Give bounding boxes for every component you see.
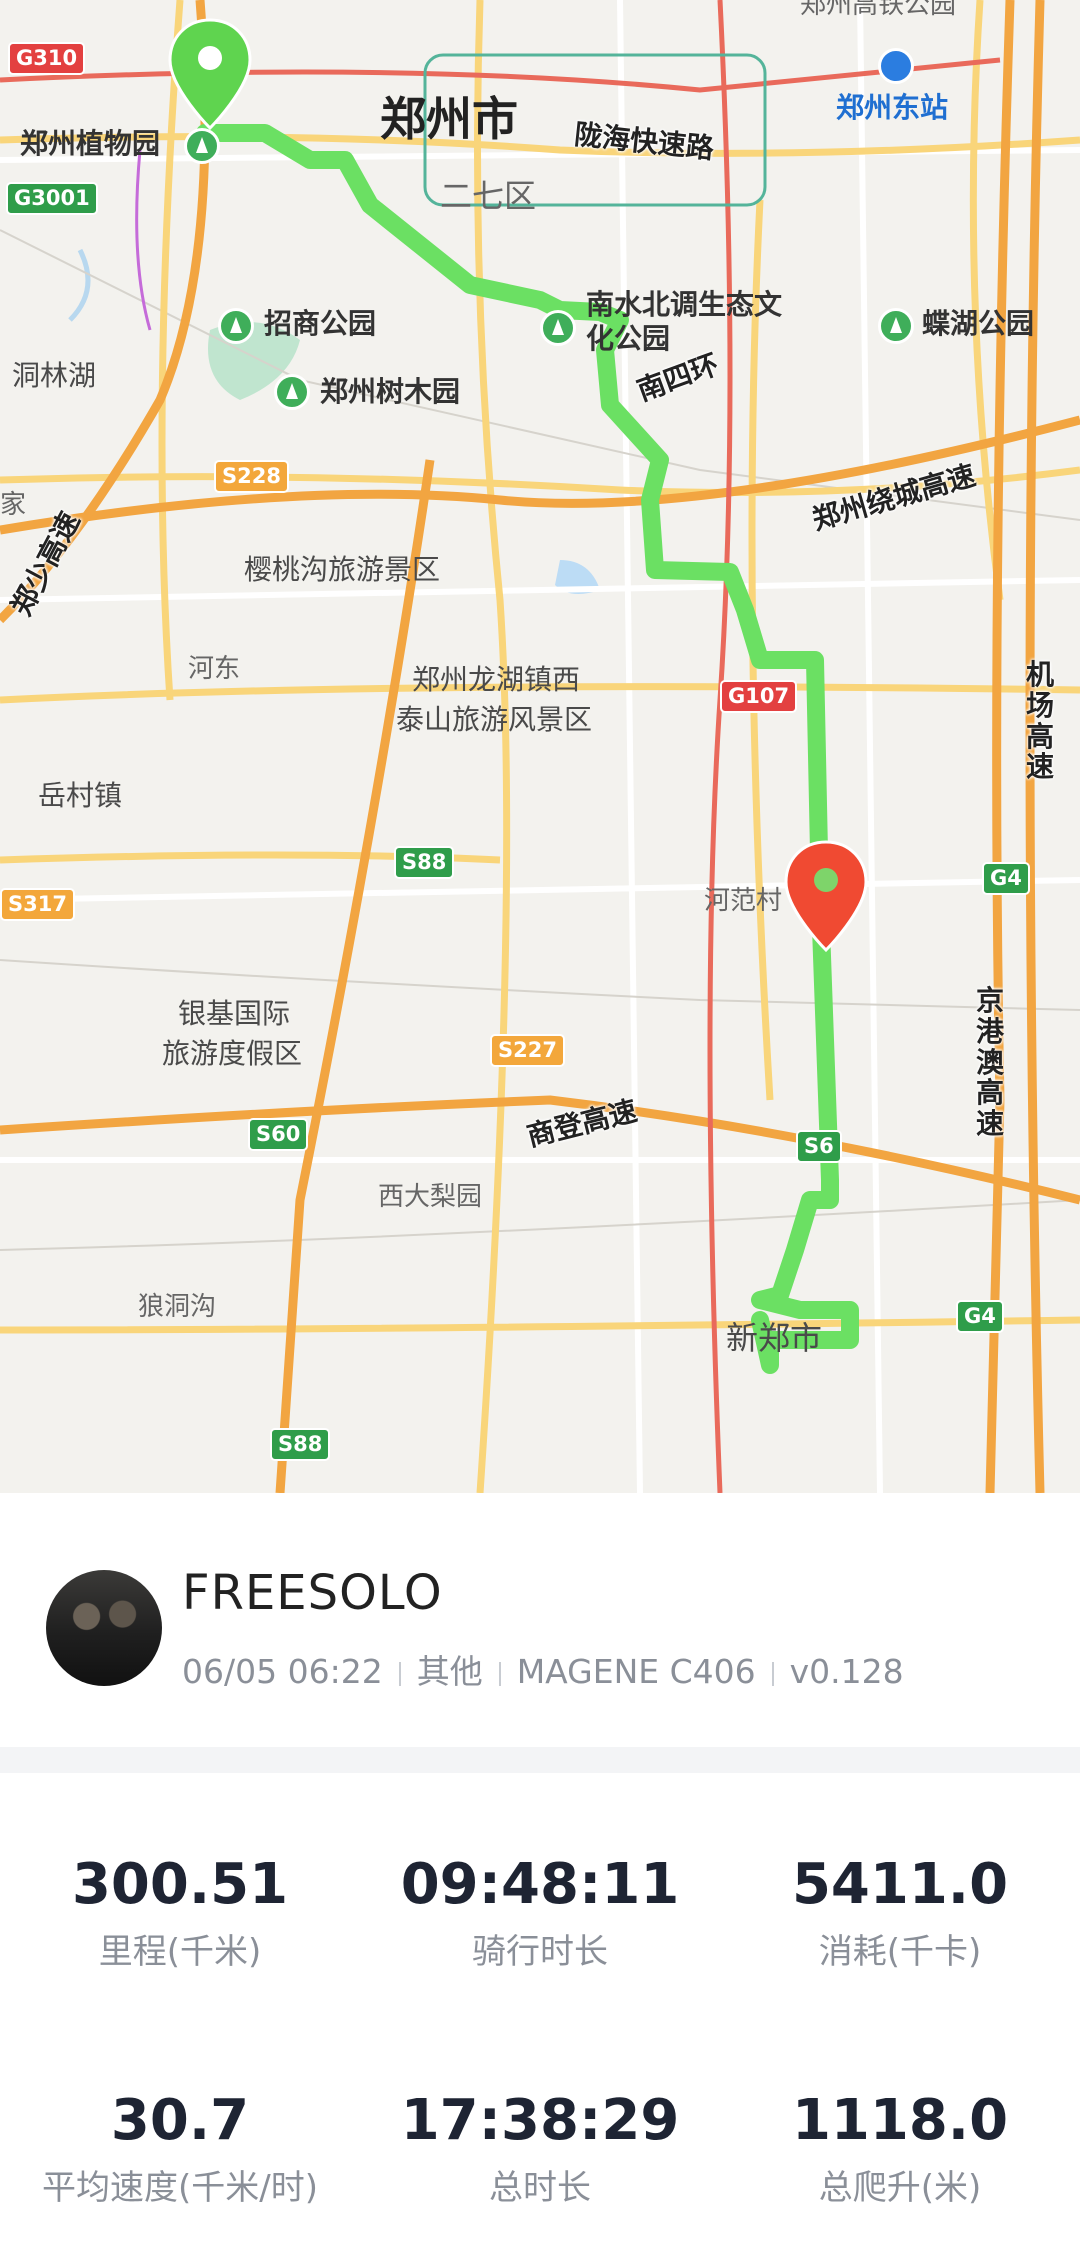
stat-label: 总爬升(米) [818, 2168, 982, 2208]
username: FREESOLO [182, 1565, 443, 1621]
park-icon [274, 374, 310, 410]
activity-meta: 06/05 06:22 其他 MAGENE C406 v0.128 [182, 1645, 904, 1693]
stats-grid: 300.51 里程(千米) 09:48:11 骑行时长 5411.0 消耗(千卡… [0, 1773, 1080, 2242]
road-shield: G4 [982, 862, 1030, 896]
road-shield: G107 [720, 680, 798, 714]
stat-total-time: 17:38:29 总时长 [360, 2088, 720, 2208]
road-shield: S60 [248, 1118, 309, 1152]
road-shield: S228 [214, 460, 289, 494]
device-name: MAGENE C406 [516, 1652, 756, 1691]
place-label: 樱桃沟旅游景区 [244, 553, 441, 586]
stat-value: 300.51 [71, 1852, 289, 1917]
avatar[interactable] [46, 1570, 162, 1686]
place-label: 郑州植物园 [20, 127, 161, 160]
road-label: 机场高速 [1026, 658, 1055, 784]
station-label: 郑州东站 [836, 91, 949, 124]
road-shield: S88 [394, 846, 455, 880]
stat-avg-speed: 30.7 平均速度(千米/时) [0, 2088, 360, 2208]
road-shield: S317 [0, 888, 75, 922]
section-divider [0, 1747, 1080, 1773]
district-label: 二七区 [440, 177, 537, 215]
stat-value: 1118.0 [791, 2088, 1009, 2153]
road-shield: G3001 [6, 182, 98, 216]
park-icon [218, 308, 254, 344]
profile-card: FREESOLO 06/05 06:22 其他 MAGENE C406 v0.128 [0, 1493, 1080, 1747]
stat-value: 17:38:29 [400, 2088, 680, 2153]
stat-label: 消耗(千卡) [818, 1932, 982, 1972]
separator [398, 1661, 401, 1686]
place-label: 郑州树木园 [320, 375, 461, 408]
place-label: 郑州龙湖镇西 [412, 663, 581, 696]
park-icon [878, 308, 914, 344]
park-icon [184, 128, 220, 164]
stat-elevation: 1118.0 总爬升(米) [720, 2088, 1080, 2208]
place-label: 洞林湖 [12, 359, 97, 392]
place-label: 新郑市 [726, 1319, 823, 1357]
start-pin-icon[interactable] [164, 16, 256, 132]
activity-type: 其他 [416, 1652, 483, 1691]
road-shield: S6 [796, 1130, 842, 1164]
separator [771, 1661, 774, 1686]
station-icon [878, 48, 914, 84]
city-label: 郑州市 [380, 92, 518, 146]
place-label: 西大梨园 [378, 1182, 483, 1212]
stat-label: 总时长 [489, 2168, 591, 2208]
place-label: 蝶湖公园 [922, 307, 1035, 340]
stat-value: 5411.0 [791, 1852, 1009, 1917]
stat-label: 平均速度(千米/时) [42, 2168, 318, 2208]
route-map[interactable]: 郑州市 二七区 郑州东站 郑州高铁公园 郑州植物园 招商公园 郑州树木园 南水北… [0, 0, 1080, 1493]
activity-date: 06/05 06:22 [182, 1652, 383, 1691]
place-label: 狼洞沟 [138, 1292, 217, 1322]
road-shield: S227 [490, 1034, 565, 1068]
station-top-label: 郑州高铁公园 [800, 0, 957, 20]
place-label: 旅游度假区 [162, 1037, 303, 1070]
stat-value: 30.7 [110, 2088, 250, 2153]
app-version: v0.128 [789, 1652, 904, 1691]
road-shield: G4 [956, 1300, 1004, 1334]
place-label: 招商公园 [264, 307, 377, 340]
stat-calories: 5411.0 消耗(千卡) [720, 1852, 1080, 1972]
road-shield: G310 [8, 42, 86, 76]
map-roads [0, 0, 1080, 1493]
stat-label: 里程(千米) [98, 1932, 262, 1972]
stat-value: 09:48:11 [400, 1852, 680, 1917]
place-label: 银基国际 [178, 997, 291, 1030]
separator [498, 1661, 501, 1686]
place-label: 河东 [188, 654, 241, 684]
place-label: 河范村 [704, 886, 783, 916]
place-label: 家 [0, 490, 27, 520]
stat-distance: 300.51 里程(千米) [0, 1852, 360, 1972]
road-label: 京港澳高速 [976, 984, 1005, 1141]
park-icon [540, 310, 576, 346]
stat-label: 骑行时长 [472, 1932, 608, 1972]
place-label: 泰山旅游风景区 [396, 703, 593, 736]
end-pin-icon[interactable] [780, 838, 872, 954]
place-label: 岳村镇 [38, 779, 123, 812]
place-label: 南水北调生态文化公园 [586, 288, 783, 355]
stat-ride-time: 09:48:11 骑行时长 [360, 1852, 720, 1972]
road-shield: S88 [270, 1428, 331, 1462]
